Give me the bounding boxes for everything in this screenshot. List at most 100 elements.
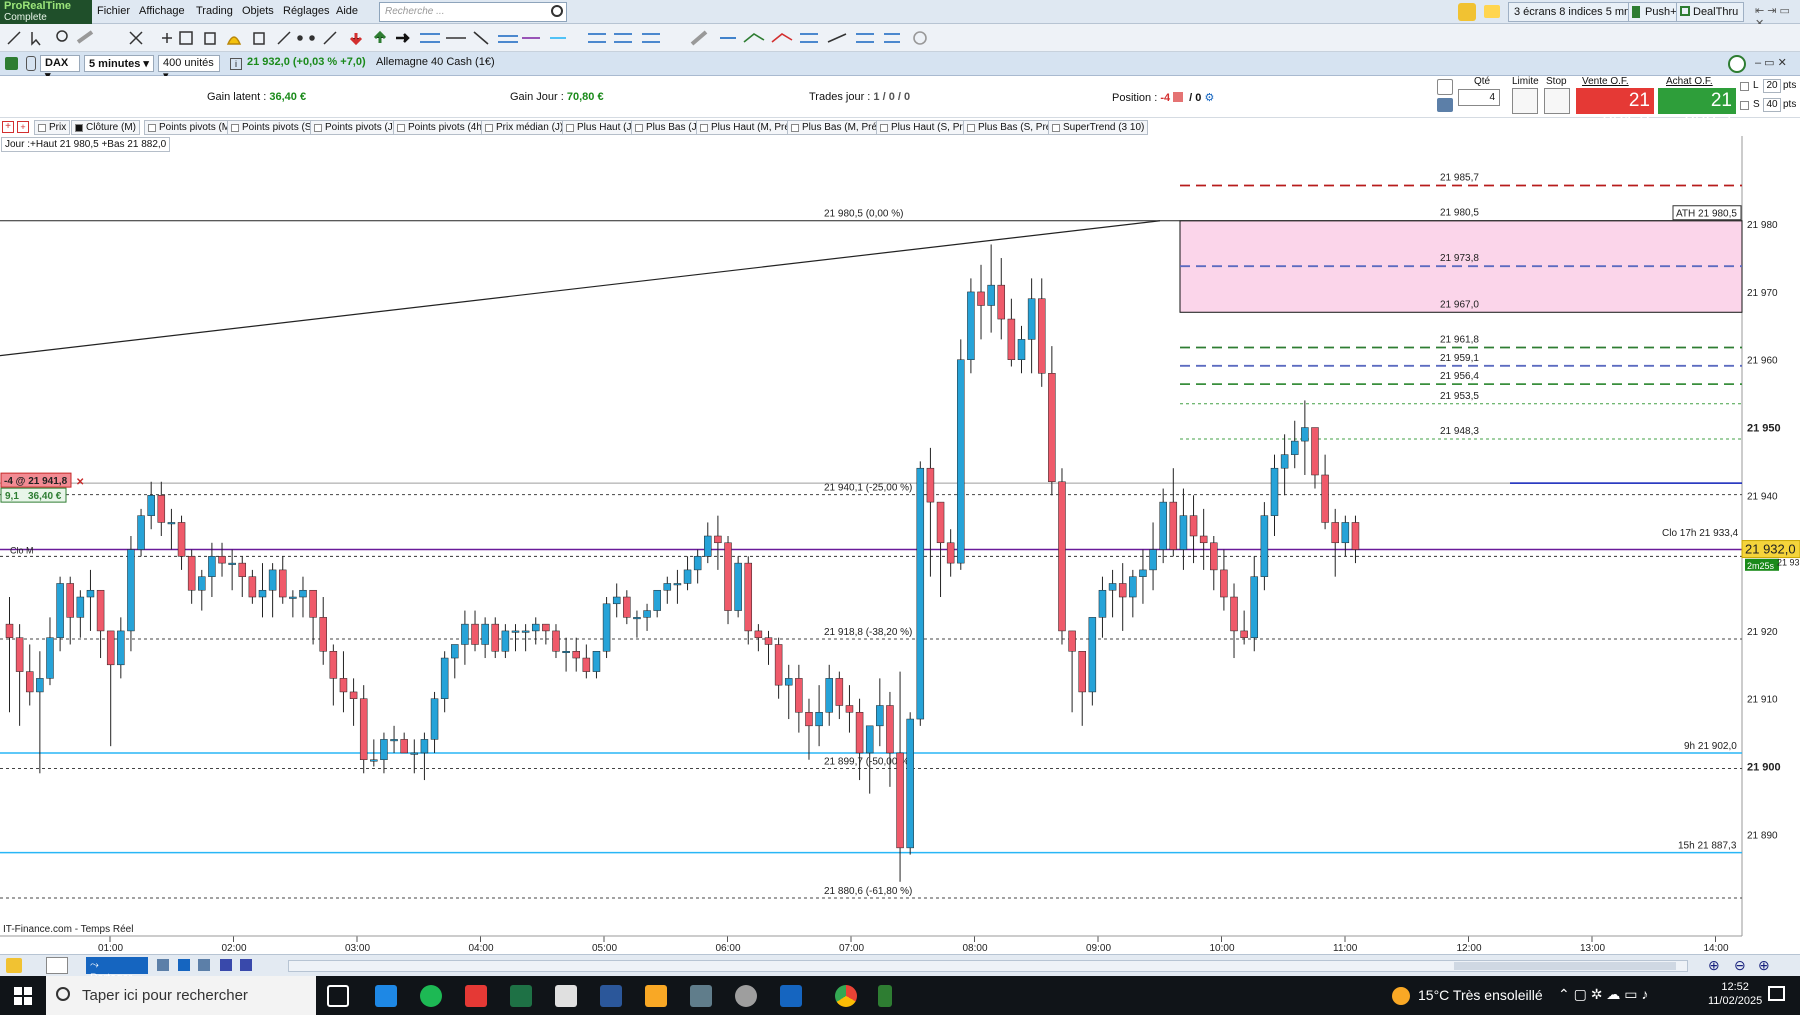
indicator-5[interactable]: Points pivots (4h) bbox=[393, 120, 490, 135]
symbol-select[interactable]: DAX ▾ bbox=[40, 55, 80, 82]
share-button[interactable]: ⤳ Partager bbox=[86, 957, 148, 984]
export-icon[interactable] bbox=[178, 959, 190, 971]
position-settings-icon[interactable]: ⚙ bbox=[1204, 92, 1214, 104]
style-icon[interactable] bbox=[6, 958, 22, 973]
windows-start-icon[interactable] bbox=[14, 987, 32, 1005]
taskbar-search[interactable]: Taper ici pour rechercher bbox=[46, 976, 316, 1015]
zoom-out-icon[interactable]: ⊖ bbox=[1734, 957, 1746, 974]
push-button[interactable]: Push+ bbox=[1628, 2, 1683, 22]
indicator-checkbox[interactable] bbox=[791, 124, 799, 132]
message-icon[interactable] bbox=[1484, 5, 1500, 18]
menu-affichage[interactable]: Affichage bbox=[139, 5, 185, 17]
screenshot-icon[interactable] bbox=[157, 959, 169, 971]
indicator-0[interactable]: Prix bbox=[34, 120, 71, 135]
stop-order-button[interactable] bbox=[1544, 88, 1570, 114]
s-value[interactable]: 40 bbox=[1763, 98, 1781, 112]
indicator-6[interactable]: Prix médian (J) bbox=[481, 120, 568, 135]
limit-order-button[interactable] bbox=[1512, 88, 1538, 114]
indicator-checkbox[interactable] bbox=[967, 124, 975, 132]
keypad-icon[interactable] bbox=[1437, 98, 1453, 112]
menu-aide[interactable]: Aide bbox=[336, 5, 358, 17]
s-checkbox[interactable] bbox=[1740, 101, 1749, 110]
store-icon[interactable] bbox=[375, 985, 397, 1007]
chart-type-icon[interactable] bbox=[5, 57, 18, 70]
calculator-icon[interactable] bbox=[690, 985, 712, 1007]
indicator-2[interactable]: Points pivots (M) bbox=[144, 120, 238, 135]
indicator-checkbox[interactable] bbox=[485, 124, 493, 132]
indicator-4[interactable]: Points pivots (J) bbox=[310, 120, 401, 135]
visual-studio-icon[interactable] bbox=[780, 985, 802, 1007]
indicator-7[interactable]: Plus Haut (J) bbox=[562, 120, 639, 135]
wrench-icon[interactable] bbox=[1437, 79, 1453, 95]
explorer-icon[interactable] bbox=[645, 985, 667, 1007]
candle-body bbox=[1290, 440, 1299, 455]
spotify-icon[interactable] bbox=[420, 985, 442, 1007]
search-input[interactable]: Recherche ... bbox=[379, 2, 567, 22]
print-icon[interactable] bbox=[198, 959, 210, 971]
indicator-9[interactable]: Plus Haut (M, Pré) bbox=[696, 120, 798, 135]
indicator-checkbox[interactable] bbox=[880, 124, 888, 132]
l-value[interactable]: 20 bbox=[1763, 79, 1781, 93]
indicator-1[interactable]: Clôture (M) bbox=[71, 120, 141, 135]
info-icon[interactable]: i bbox=[230, 58, 242, 70]
add-indicator-icon[interactable]: + bbox=[2, 121, 14, 133]
indicator-10[interactable]: Plus Bas (M, Pré) bbox=[787, 120, 885, 135]
prorealtime-icon[interactable] bbox=[878, 985, 892, 1007]
zoom-in-icon[interactable]: ⊕ bbox=[1758, 957, 1770, 974]
ig-icon[interactable] bbox=[465, 985, 487, 1007]
sell-button[interactable]: 21 931,3 bbox=[1576, 88, 1654, 133]
candle-body bbox=[1169, 501, 1178, 550]
dealthru-button[interactable]: DealThru bbox=[1676, 2, 1745, 22]
horizontal-scrollbar[interactable] bbox=[288, 960, 1688, 972]
zoom-fit-icon[interactable]: ⊕ bbox=[1708, 957, 1720, 974]
price-chart[interactable]: 21 98021 97021 96021 95021 94021 93021 9… bbox=[0, 136, 1800, 954]
task-view-icon[interactable] bbox=[327, 985, 349, 1007]
l-checkbox[interactable] bbox=[1740, 82, 1749, 91]
menu-objets[interactable]: Objets bbox=[242, 5, 274, 17]
indicator-11[interactable]: Plus Haut (S, Pré) bbox=[876, 120, 976, 135]
folder-icon[interactable] bbox=[555, 985, 577, 1007]
word-icon[interactable] bbox=[600, 985, 622, 1007]
indicator-checkbox[interactable] bbox=[635, 124, 643, 132]
buy-button[interactable]: 21 932,7 bbox=[1658, 88, 1736, 133]
excel-icon[interactable] bbox=[510, 985, 532, 1007]
chart-style-icon[interactable] bbox=[46, 957, 68, 974]
notifications-icon[interactable] bbox=[1768, 986, 1785, 1001]
indicator-checkbox[interactable] bbox=[38, 124, 46, 132]
indicator-checkbox[interactable] bbox=[397, 124, 405, 132]
qty-input[interactable]: 4 bbox=[1458, 89, 1500, 106]
add-object-icon[interactable]: + bbox=[17, 121, 29, 133]
chart-window-controls-icon[interactable]: – ▭ ✕ bbox=[1755, 56, 1787, 69]
indicator-checkbox[interactable] bbox=[75, 124, 83, 132]
close-position-icon[interactable] bbox=[1173, 92, 1184, 102]
system-tray-icon[interactable]: ⌃ ▢ ✲ ☁ ▭ ♪ bbox=[1558, 986, 1648, 1003]
clock[interactable]: 12:52 11/02/2025 bbox=[1708, 980, 1762, 1008]
indicator-checkbox[interactable] bbox=[700, 124, 708, 132]
chrome-icon[interactable] bbox=[835, 985, 857, 1007]
indicator-3[interactable]: Points pivots (S) bbox=[227, 120, 319, 135]
edit-icon[interactable] bbox=[1458, 3, 1476, 21]
layout-icon[interactable] bbox=[220, 959, 232, 971]
menu-fichier[interactable]: Fichier bbox=[97, 5, 130, 17]
indicator-8[interactable]: Plus Bas (J) bbox=[631, 120, 704, 135]
timeframe-select[interactable]: 5 minutes ▾ bbox=[84, 55, 154, 72]
units-select[interactable]: 400 unités ▾ bbox=[158, 55, 220, 82]
indicator-checkbox[interactable] bbox=[231, 124, 239, 132]
indicator-checkbox[interactable] bbox=[566, 124, 574, 132]
indicator-13[interactable]: SuperTrend (3 10) bbox=[1048, 120, 1149, 135]
menu-trading[interactable]: Trading bbox=[196, 5, 233, 17]
indicator-12[interactable]: Plus Bas (S, Pré) bbox=[963, 120, 1059, 135]
indicator-checkbox[interactable] bbox=[148, 124, 156, 132]
search-icon[interactable] bbox=[551, 5, 563, 17]
measure-icon bbox=[690, 30, 708, 46]
menu-reglages[interactable]: Réglages bbox=[283, 5, 329, 17]
workspace-selector[interactable]: 3 écrans 8 indices 5 mn bbox=[1508, 2, 1637, 22]
refresh-icon[interactable] bbox=[1728, 55, 1746, 73]
link-icon[interactable] bbox=[26, 56, 36, 71]
indicator-checkbox[interactable] bbox=[1052, 124, 1060, 132]
chart-svg[interactable]: 21 98021 97021 96021 95021 94021 93021 9… bbox=[0, 136, 1800, 954]
scrollbar-thumb[interactable] bbox=[1454, 962, 1676, 970]
sync-icon[interactable] bbox=[240, 959, 252, 971]
app-icon[interactable] bbox=[735, 985, 757, 1007]
indicator-checkbox[interactable] bbox=[314, 124, 322, 132]
